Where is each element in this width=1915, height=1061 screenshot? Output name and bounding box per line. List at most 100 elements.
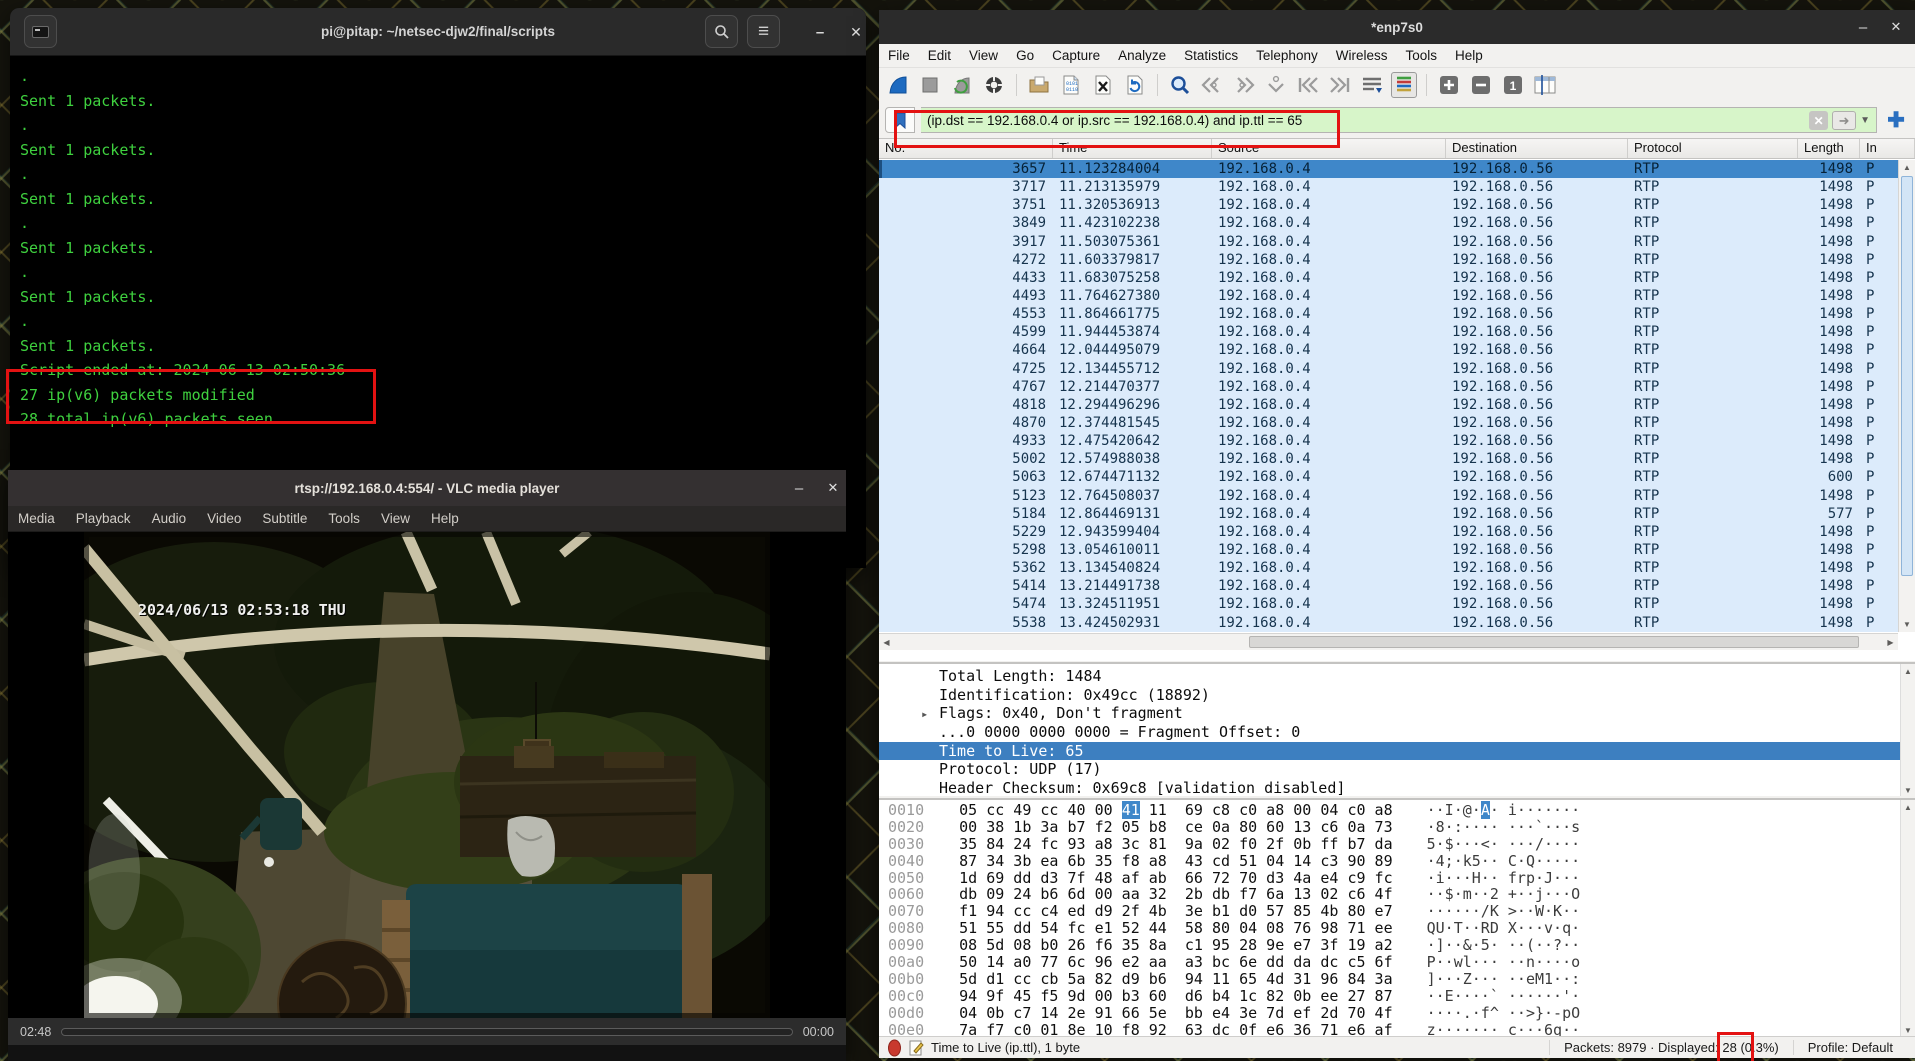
go-back-icon[interactable]	[1199, 72, 1225, 98]
menu-item-tools[interactable]: Tools	[328, 511, 360, 526]
menu-item-view[interactable]: View	[969, 48, 998, 63]
colorize-packets-icon[interactable]	[1391, 72, 1417, 98]
menu-item-video[interactable]: Video	[207, 511, 241, 526]
hex-row[interactable]: 00501d 69 dd d3 7f 48 af ab 66 72 70 d3 …	[879, 870, 1915, 887]
filter-apply-icon[interactable]: ➜	[1832, 111, 1856, 130]
hex-row[interactable]: 00a050 14 a0 77 6c 96 e2 aa a3 bc 6e dd …	[879, 954, 1915, 971]
close-capture-file-icon[interactable]	[1090, 72, 1116, 98]
menu-item-playback[interactable]: Playback	[76, 511, 131, 526]
menu-item-file[interactable]: File	[888, 48, 910, 63]
menu-item-analyze[interactable]: Analyze	[1118, 48, 1166, 63]
packet-list-header[interactable]: No. Time Source Destination Protocol Len…	[879, 139, 1915, 159]
hex-row[interactable]: 002000 38 1b 3a b7 f2 05 b8 ce 0a 80 60 …	[879, 819, 1915, 836]
scroll-up-icon[interactable]: ▲	[1901, 664, 1915, 679]
open-capture-file-icon[interactable]	[1026, 72, 1052, 98]
packet-row[interactable]: 541413.214491738192.168.0.4192.168.0.56R…	[879, 577, 1898, 595]
go-first-packet-icon[interactable]	[1295, 72, 1321, 98]
vlc-seek-slider[interactable]	[61, 1028, 792, 1036]
scroll-left-icon[interactable]: ◀	[879, 638, 894, 647]
zoom-out-icon[interactable]	[1468, 72, 1494, 98]
menu-item-audio[interactable]: Audio	[152, 511, 187, 526]
packet-row[interactable]: 472512.134455712192.168.0.4192.168.0.56R…	[879, 360, 1898, 378]
hex-row[interactable]: 004087 34 3b ea 6b 35 f8 a8 43 cd 51 04 …	[879, 853, 1915, 870]
vlc-titlebar[interactable]: rtsp://192.168.0.4:554/ - VLC media play…	[8, 470, 846, 506]
column-header-source[interactable]: Source	[1212, 139, 1446, 158]
hex-row[interactable]: 0060db 09 24 b6 6d 00 aa 32 2b db f7 6a …	[879, 886, 1915, 903]
reload-capture-file-icon[interactable]	[1122, 72, 1148, 98]
stop-capture-icon[interactable]	[917, 72, 943, 98]
packet-row[interactable]: 500212.574988038192.168.0.4192.168.0.56R…	[879, 450, 1898, 468]
packet-row[interactable]: 449311.764627380192.168.0.4192.168.0.56R…	[879, 287, 1898, 305]
filter-dropdown-caret-icon[interactable]: ▼	[1860, 115, 1870, 126]
capture-comment-icon[interactable]	[909, 1040, 924, 1056]
menu-item-go[interactable]: Go	[1016, 48, 1034, 63]
packet-row[interactable]: 512312.764508037192.168.0.4192.168.0.56R…	[879, 487, 1898, 505]
hex-row[interactable]: 00d004 0b c7 14 2e 91 66 5e bb e4 3e 7d …	[879, 1005, 1915, 1022]
menu-item-tools[interactable]: Tools	[1405, 48, 1437, 63]
column-header-length[interactable]: Length	[1798, 139, 1860, 158]
go-forward-icon[interactable]	[1231, 72, 1257, 98]
display-filter-input[interactable]: (ip.dst == 192.168.0.4 or ip.src == 192.…	[921, 107, 1877, 133]
menu-item-help[interactable]: Help	[1455, 48, 1483, 63]
scroll-up-icon[interactable]: ▲	[1901, 800, 1915, 815]
packet-row[interactable]: 459911.944453874192.168.0.4192.168.0.56R…	[879, 323, 1898, 341]
wireshark-minimize-button[interactable]: –	[1845, 10, 1881, 44]
scroll-down-icon[interactable]: ▼	[1901, 783, 1915, 796]
scrollbar-thumb[interactable]	[1249, 636, 1859, 648]
status-profile[interactable]: Profile: Default	[1793, 1040, 1915, 1055]
packet-row[interactable]: 443311.683075258192.168.0.4192.168.0.56R…	[879, 269, 1898, 287]
packet-row[interactable]: 466412.044495079192.168.0.4192.168.0.56R…	[879, 341, 1898, 359]
packet-row[interactable]: 371711.213135979192.168.0.4192.168.0.56R…	[879, 178, 1898, 196]
detail-line[interactable]: ...0 0000 0000 0000 = Fragment Offset: 0	[879, 723, 1915, 742]
detail-line[interactable]: Protocol: UDP (17)	[879, 760, 1915, 779]
go-to-packet-icon[interactable]	[1263, 72, 1289, 98]
packet-row[interactable]: 506312.674471132192.168.0.4192.168.0.56R…	[879, 468, 1898, 486]
terminal-close-button[interactable]: ✕	[838, 8, 874, 56]
hex-row[interactable]: 0070f1 94 cc c4 ed d9 2f 4b 3e b1 d0 57 …	[879, 903, 1915, 920]
hex-row[interactable]: 00e07a f7 c0 01 8e 10 f8 92 63 dc 0f e6 …	[879, 1022, 1915, 1036]
detail-line[interactable]: Header Checksum: 0x69c8 [validation disa…	[879, 779, 1915, 796]
packet-row[interactable]: 375111.320536913192.168.0.4192.168.0.56R…	[879, 196, 1898, 214]
packet-row[interactable]: 547413.324511951192.168.0.4192.168.0.56R…	[879, 595, 1898, 613]
menu-item-view[interactable]: View	[381, 511, 410, 526]
hex-row[interactable]: 008051 55 dd 54 fc e1 52 44 58 80 04 08 …	[879, 920, 1915, 937]
menu-item-wireless[interactable]: Wireless	[1336, 48, 1388, 63]
wireshark-close-button[interactable]: ✕	[1881, 10, 1911, 44]
packet-list-horizontal-scrollbar[interactable]: ◀ ▶	[879, 633, 1898, 650]
detail-line[interactable]: Time to Live: 65	[879, 742, 1915, 761]
packet-row[interactable]: 487012.374481545192.168.0.4192.168.0.56R…	[879, 414, 1898, 432]
filter-bookmark-icon[interactable]	[885, 107, 915, 133]
packet-row[interactable]: 493312.475420642192.168.0.4192.168.0.56R…	[879, 432, 1898, 450]
menu-item-telephony[interactable]: Telephony	[1256, 48, 1318, 63]
expert-info-icon[interactable]	[887, 1039, 902, 1057]
hex-row[interactable]: 003035 84 24 fc 93 a8 3c 81 9a 02 f0 2f …	[879, 836, 1915, 853]
scrollbar-thumb[interactable]	[1901, 176, 1913, 576]
menu-item-edit[interactable]: Edit	[928, 48, 951, 63]
scroll-down-icon[interactable]: ▼	[1901, 1023, 1915, 1036]
packet-row[interactable]: 427211.603379817192.168.0.4192.168.0.56R…	[879, 251, 1898, 269]
packet-row[interactable]: 518412.864469131192.168.0.4192.168.0.56R…	[879, 505, 1898, 523]
details-vertical-scrollbar[interactable]: ▲ ▼	[1900, 664, 1915, 796]
scroll-down-icon[interactable]: ▼	[1899, 617, 1915, 632]
hex-row[interactable]: 001005 cc 49 cc 40 00 41 11 69 c8 c0 a8 …	[879, 802, 1915, 819]
packet-row[interactable]: 476712.214470377192.168.0.4192.168.0.56R…	[879, 378, 1898, 396]
wireshark-titlebar[interactable]: *enp7s0 – ✕	[879, 10, 1915, 44]
vlc-video-area[interactable]: 2024/06/13 02:53:18 THU	[8, 532, 846, 1018]
hex-row[interactable]: 009008 5d 08 b0 26 f6 35 8a c1 95 28 9e …	[879, 937, 1915, 954]
packet-row[interactable]: 481812.294496296192.168.0.4192.168.0.56R…	[879, 396, 1898, 414]
column-header-destination[interactable]: Destination	[1446, 139, 1628, 158]
resize-columns-icon[interactable]	[1532, 72, 1558, 98]
packet-row[interactable]: 529813.054610011192.168.0.4192.168.0.56R…	[879, 541, 1898, 559]
filter-add-button[interactable]: ✚	[1883, 107, 1909, 133]
auto-scroll-icon[interactable]	[1359, 72, 1385, 98]
search-icon[interactable]	[705, 15, 738, 48]
column-header-info[interactable]: In	[1860, 139, 1915, 158]
filter-clear-icon[interactable]: ✕	[1809, 111, 1828, 130]
packet-row[interactable]: 365711.123284004192.168.0.4192.168.0.56R…	[879, 160, 1898, 178]
menu-item-statistics[interactable]: Statistics	[1184, 48, 1238, 63]
packet-list-vertical-scrollbar[interactable]: ▲ ▼	[1898, 160, 1915, 632]
start-capture-icon[interactable]	[885, 72, 911, 98]
packet-row[interactable]: 391711.503075361192.168.0.4192.168.0.56R…	[879, 233, 1898, 251]
packet-row[interactable]: 522912.943599404192.168.0.4192.168.0.56R…	[879, 523, 1898, 541]
menu-item-help[interactable]: Help	[431, 511, 459, 526]
